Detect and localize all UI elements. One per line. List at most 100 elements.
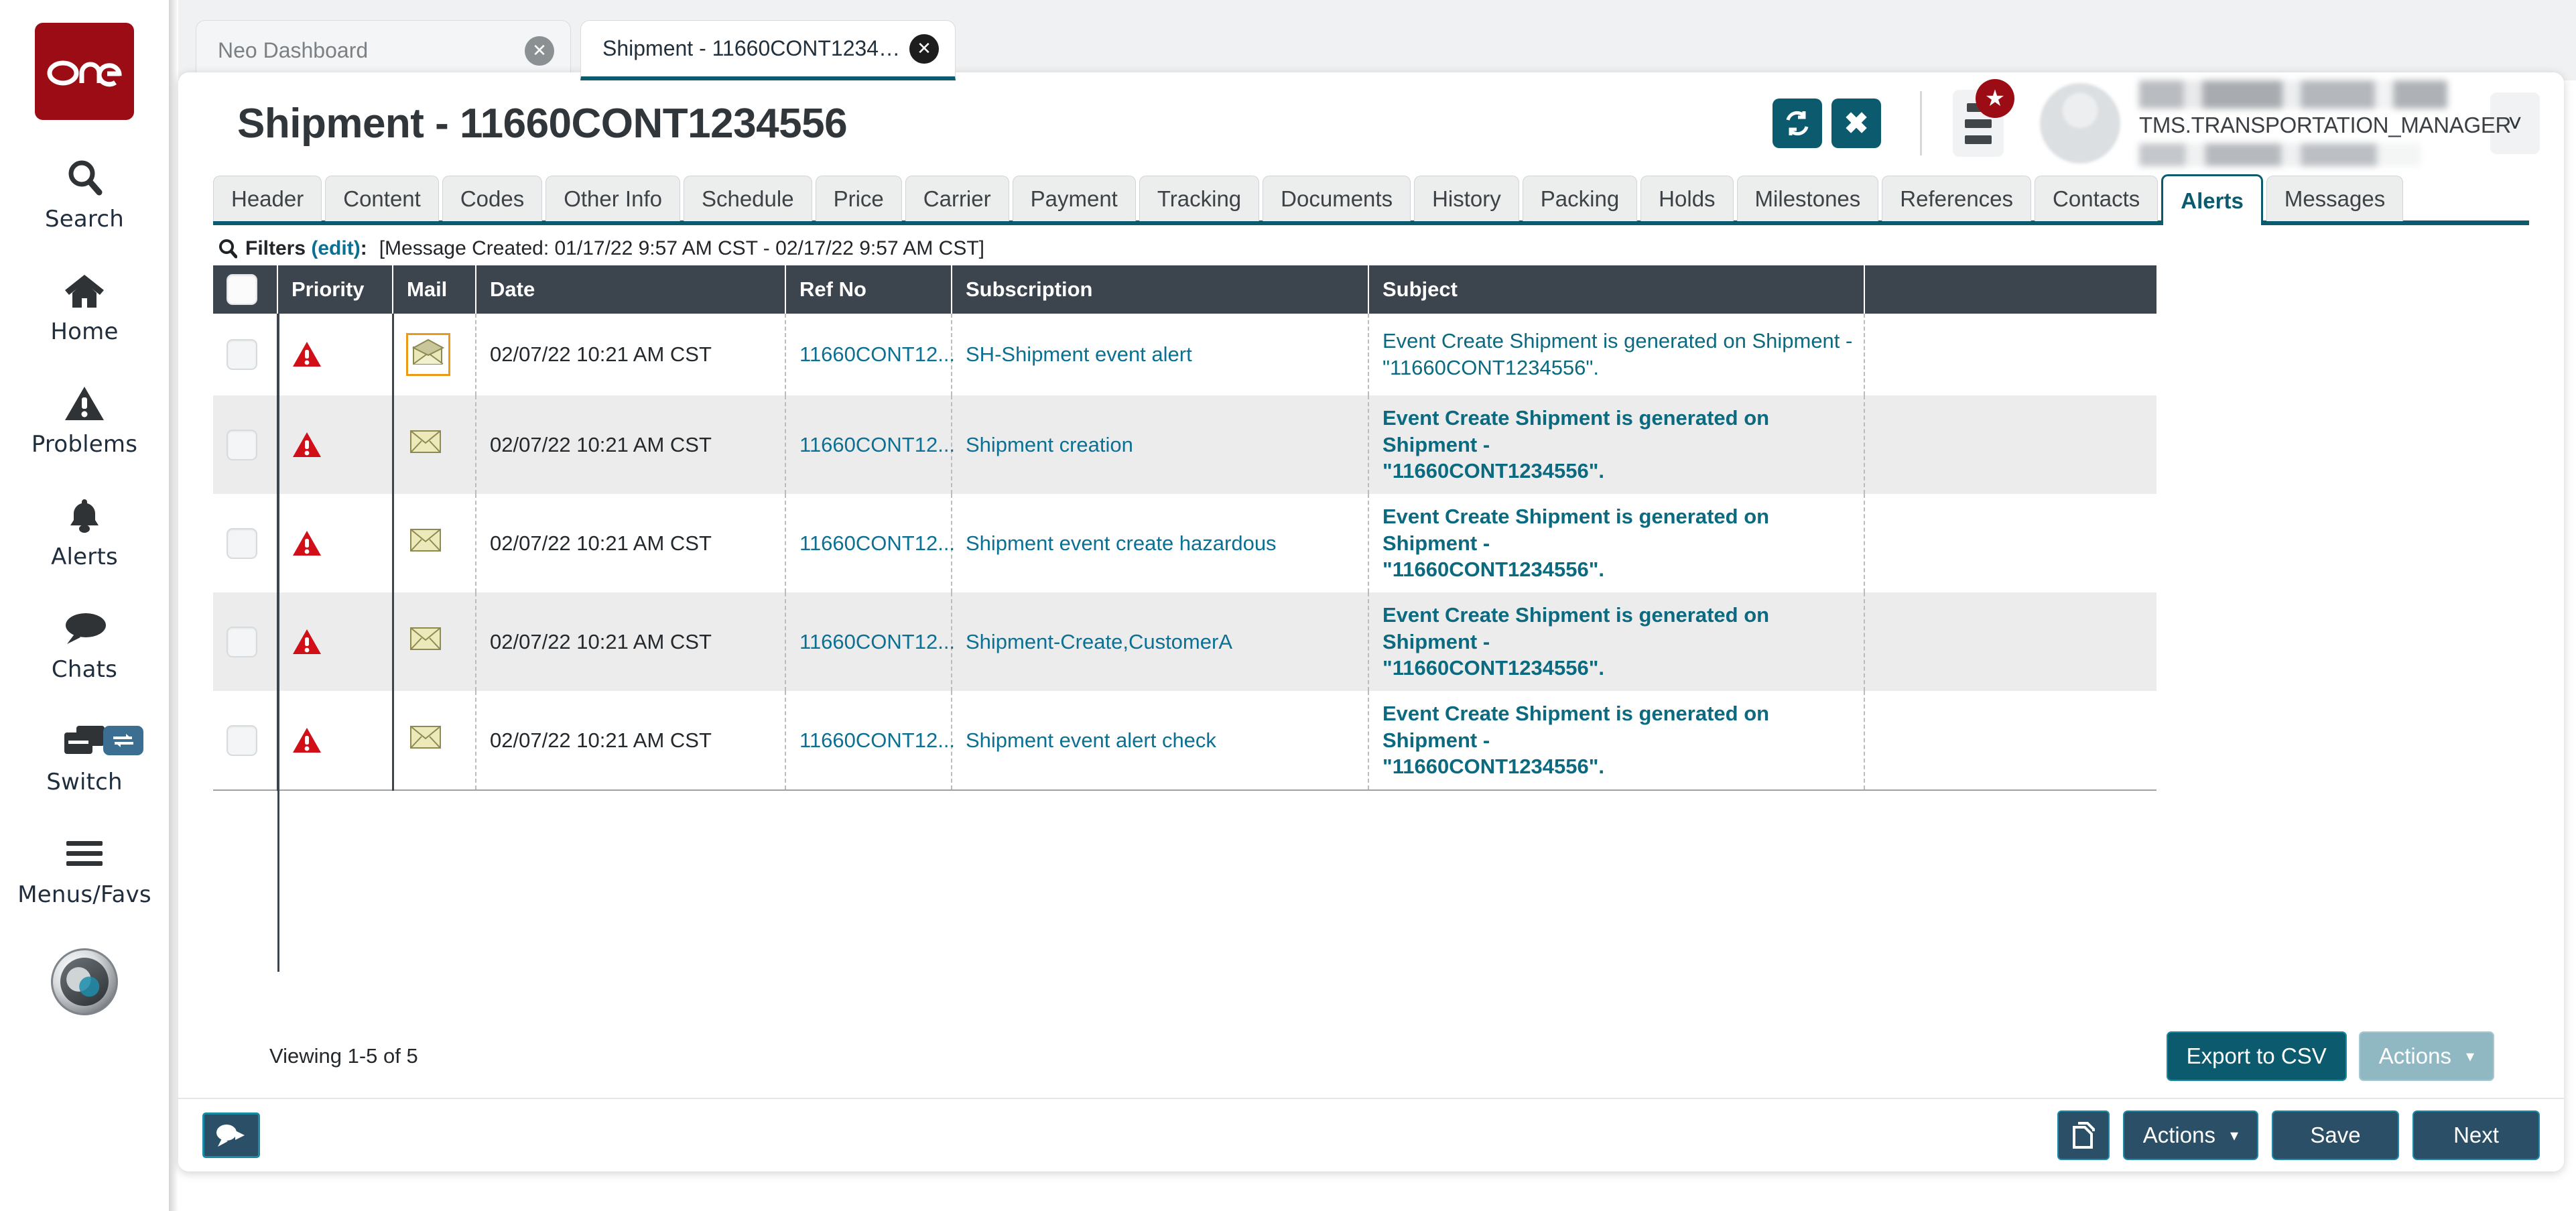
- mail-cell[interactable]: [393, 691, 476, 790]
- mail-cell[interactable]: [393, 314, 476, 395]
- column-header-date[interactable]: Date: [476, 265, 785, 314]
- warning-triangle-icon: [292, 341, 381, 368]
- column-header-priority[interactable]: Priority: [277, 265, 393, 314]
- subject-link[interactable]: Event Create Shipment is generated on Sh…: [1382, 700, 1853, 780]
- close-circle-icon[interactable]: ✕: [525, 36, 554, 66]
- table-row[interactable]: 02/07/22 10:21 AM CST11660CONT12...Shipm…: [213, 395, 2156, 494]
- sidebar-item-home[interactable]: Home: [0, 269, 169, 345]
- tab-price[interactable]: Price: [816, 176, 902, 221]
- column-header-subscription[interactable]: Subscription: [952, 265, 1368, 314]
- browser-tab-neo-dashboard[interactable]: Neo Dashboard ✕: [196, 20, 571, 80]
- mail-status-toggle[interactable]: [406, 525, 446, 562]
- row-checkbox[interactable]: [227, 725, 257, 756]
- select-all-header: [213, 265, 277, 314]
- brand-logo[interactable]: [35, 23, 134, 120]
- blank-cell: [1864, 494, 2156, 592]
- subscription-link[interactable]: Shipment event create hazardous: [966, 531, 1277, 555]
- grid-actions-button[interactable]: Actions ▾: [2359, 1031, 2494, 1081]
- subscription-link[interactable]: Shipment-Create,CustomerA: [966, 630, 1232, 653]
- mail-status-toggle[interactable]: [406, 623, 446, 661]
- tab-contacts[interactable]: Contacts: [2035, 176, 2158, 221]
- save-button[interactable]: Save: [2272, 1110, 2399, 1160]
- export-to-csv-button[interactable]: Export to CSV: [2167, 1031, 2347, 1081]
- sidebar-item-menus-favs[interactable]: Menus/Favs: [0, 832, 169, 908]
- mail-cell[interactable]: [393, 592, 476, 691]
- ref-no-link[interactable]: 11660CONT12...: [799, 531, 955, 555]
- subscription-link[interactable]: SH-Shipment event alert: [966, 342, 1192, 366]
- filters-edit-link[interactable]: (edit): [311, 237, 360, 260]
- refresh-button[interactable]: [1773, 99, 1822, 148]
- tab-holds[interactable]: Holds: [1640, 176, 1733, 221]
- subject-link[interactable]: Event Create Shipment is generated on Sh…: [1382, 503, 1853, 583]
- tab-references[interactable]: References: [1882, 176, 2031, 221]
- subject-link[interactable]: Event Create Shipment is generated on Sh…: [1382, 328, 1853, 381]
- subscription-link[interactable]: Shipment event alert check: [966, 728, 1216, 752]
- select-all-checkbox[interactable]: [227, 274, 257, 305]
- ref-no-link[interactable]: 11660CONT12...: [799, 433, 955, 456]
- subject-link[interactable]: Event Create Shipment is generated on Sh…: [1382, 405, 1853, 485]
- user-avatar-icon[interactable]: [2040, 83, 2120, 164]
- next-button[interactable]: Next: [2412, 1110, 2540, 1160]
- tab-carrier[interactable]: Carrier: [905, 176, 1009, 221]
- sidebar-shadow: [169, 0, 178, 1211]
- row-checkbox[interactable]: [227, 627, 257, 657]
- tab-milestones[interactable]: Milestones: [1737, 176, 1879, 221]
- ref-no-link[interactable]: 11660CONT12...: [799, 342, 955, 366]
- mail-status-toggle[interactable]: [406, 426, 446, 464]
- subject-link[interactable]: Event Create Shipment is generated on Sh…: [1382, 602, 1853, 682]
- tab-content[interactable]: Content: [325, 176, 439, 221]
- close-button[interactable]: ✖: [1831, 99, 1881, 148]
- table-row[interactable]: 02/07/22 10:21 AM CST11660CONT12...Shipm…: [213, 691, 2156, 790]
- table-row[interactable]: 02/07/22 10:21 AM CST11660CONT12...Shipm…: [213, 494, 2156, 592]
- column-header-subject[interactable]: Subject: [1368, 265, 1864, 314]
- column-header-ref-no[interactable]: Ref No: [785, 265, 952, 314]
- browser-tab-label: Neo Dashboard: [218, 38, 525, 63]
- sidebar-item-alerts[interactable]: Alerts: [0, 494, 169, 570]
- subscription-cell: Shipment event alert check: [952, 691, 1368, 790]
- tab-history[interactable]: History: [1414, 176, 1519, 221]
- mail-status-toggle[interactable]: [406, 333, 450, 376]
- column-header-mail[interactable]: Mail: [393, 265, 476, 314]
- tab-header[interactable]: Header: [213, 176, 322, 221]
- user-block[interactable]: TMS.TRANSPORTATION_MANAGER: [2139, 80, 2461, 166]
- bottom-actions-button[interactable]: Actions ▾: [2123, 1110, 2258, 1160]
- hamburger-icon-bar: [1965, 119, 1992, 128]
- row-checkbox[interactable]: [227, 430, 257, 460]
- close-circle-icon[interactable]: ✕: [909, 34, 939, 64]
- mail-status-toggle[interactable]: [406, 722, 446, 759]
- ref-no-link[interactable]: 11660CONT12...: [799, 728, 955, 752]
- chat-send-button[interactable]: [202, 1112, 260, 1158]
- tab-alerts[interactable]: Alerts: [2161, 174, 2263, 225]
- table-row[interactable]: 02/07/22 10:21 AM CST11660CONT12...SH-Sh…: [213, 314, 2156, 395]
- copy-document-icon: [2071, 1121, 2096, 1150]
- tab-tracking[interactable]: Tracking: [1139, 176, 1259, 221]
- avatar[interactable]: [51, 948, 118, 1015]
- switch-badge[interactable]: [103, 726, 143, 755]
- tab-documents[interactable]: Documents: [1263, 176, 1411, 221]
- tab-payment[interactable]: Payment: [1013, 176, 1136, 221]
- table-row[interactable]: 02/07/22 10:21 AM CST11660CONT12...Shipm…: [213, 592, 2156, 691]
- browser-tab-shipment[interactable]: Shipment - 11660CONT1234556 ✕: [580, 20, 956, 80]
- user-role-blurred: [2139, 143, 2421, 166]
- ref-no-link[interactable]: 11660CONT12...: [799, 630, 955, 653]
- page-title: Shipment - 11660CONT1234556: [237, 100, 847, 147]
- sidebar-item-switch[interactable]: Switch: [0, 719, 169, 795]
- subscription-link[interactable]: Shipment creation: [966, 433, 1133, 456]
- row-checkbox[interactable]: [227, 528, 257, 559]
- tab-packing[interactable]: Packing: [1523, 176, 1637, 221]
- tab-codes[interactable]: Codes: [442, 176, 542, 221]
- row-checkbox[interactable]: [227, 339, 257, 370]
- tab-schedule[interactable]: Schedule: [684, 176, 812, 221]
- mail-cell[interactable]: [393, 494, 476, 592]
- windows-switch-icon: [63, 719, 106, 763]
- tab-other-info[interactable]: Other Info: [545, 176, 680, 221]
- sidebar-item-problems[interactable]: Problems: [0, 381, 169, 458]
- sidebar-item-search[interactable]: Search: [0, 156, 169, 233]
- sidebar-item-chats[interactable]: Chats: [0, 607, 169, 683]
- title-bar-actions: ✖ ★ TMS.TRANSPORTATION_MANAGER: [1763, 72, 2540, 174]
- envelope-closed-icon: [409, 528, 443, 554]
- mail-cell[interactable]: [393, 395, 476, 494]
- tab-messages[interactable]: Messages: [2266, 176, 2403, 221]
- row-select-cell: [213, 395, 277, 494]
- copy-document-button[interactable]: [2057, 1110, 2110, 1160]
